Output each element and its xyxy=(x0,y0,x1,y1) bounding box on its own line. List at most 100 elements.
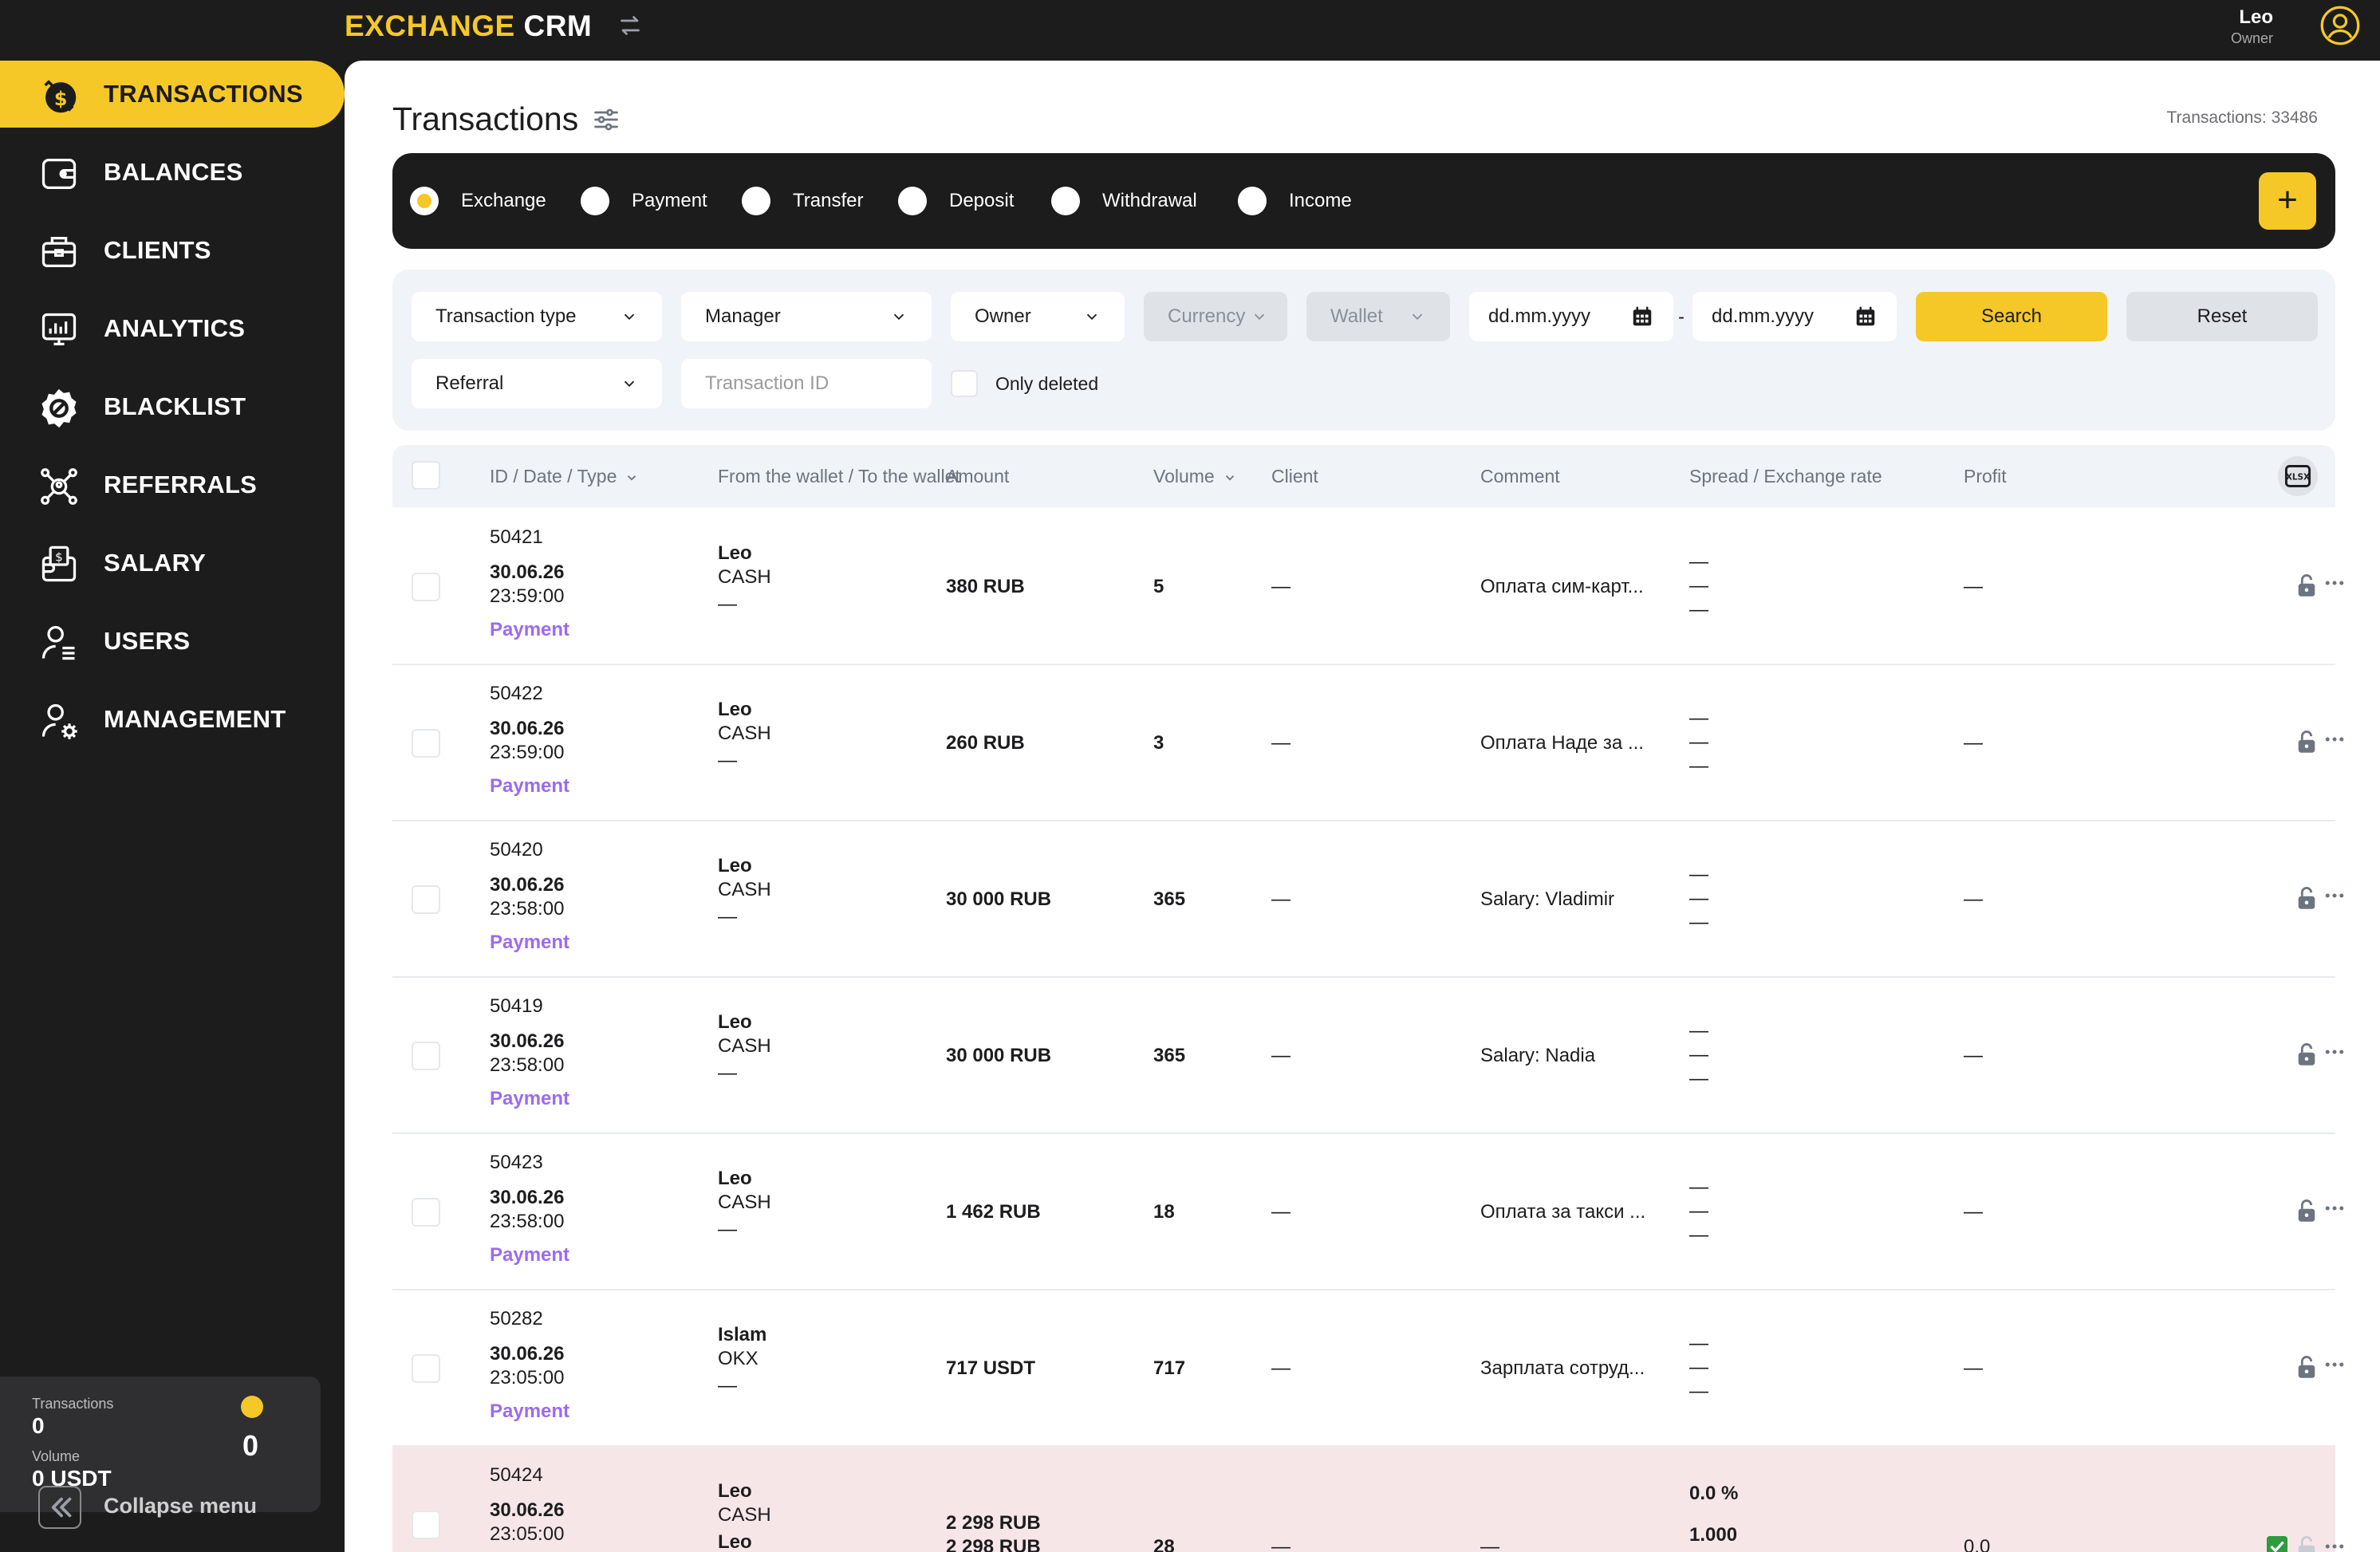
row-checkbox[interactable] xyxy=(412,1354,440,1383)
lock-icon[interactable] xyxy=(2295,1198,2318,1223)
type-option-transfer[interactable]: Transfer xyxy=(742,187,863,215)
sidebar-item-balances[interactable]: BALANCES xyxy=(0,139,345,206)
row-checkbox[interactable] xyxy=(412,1042,440,1070)
sidebar-item-clients[interactable]: CLIENTS xyxy=(0,217,345,284)
chevron-down-icon xyxy=(624,380,635,388)
lock-icon[interactable] xyxy=(2295,729,2318,754)
sidebar-item-label: USERS xyxy=(104,627,191,655)
row-id[interactable]: 50423 xyxy=(490,1152,543,1174)
table-row[interactable]: 50282 30.06.26 23:05:00 Payment Islam OKX — 717… xyxy=(392,1290,2344,1447)
row-checkbox[interactable] xyxy=(412,729,440,758)
row-profit: — xyxy=(1964,1045,1983,1066)
radio-icon xyxy=(1051,187,1080,215)
type-option-withdrawal[interactable]: Withdrawal xyxy=(1051,187,1197,215)
more-options-icon[interactable] xyxy=(2323,571,2347,595)
export-xlsx-icon[interactable]: XLSX xyxy=(2278,456,2318,496)
radio-icon xyxy=(898,187,927,215)
row-amount: 260 RUB xyxy=(946,732,1025,754)
search-button[interactable]: Search xyxy=(1916,292,2107,341)
type-option-exchange[interactable]: Exchange xyxy=(410,187,546,215)
table-row[interactable]: 50424 30.06.26 23:05:00 Leo CASH Leo 2 298 RUB… xyxy=(392,1447,2344,1552)
row-id[interactable]: 50421 xyxy=(490,526,543,549)
only-deleted-checkbox[interactable] xyxy=(951,370,978,397)
more-options-icon[interactable] xyxy=(2323,1353,2347,1377)
select-all-checkbox[interactable] xyxy=(412,461,440,490)
type-option-payment[interactable]: Payment xyxy=(581,187,707,215)
app-logo[interactable]: EXCHANGE CRM xyxy=(345,10,592,43)
row-amount: 30 000 RUB xyxy=(946,888,1052,910)
lock-icon[interactable] xyxy=(2295,1534,2318,1552)
row-checkbox[interactable] xyxy=(412,573,440,601)
sidebar-item-salary[interactable]: $ SALARY xyxy=(0,530,345,597)
row-id[interactable]: 50419 xyxy=(490,995,543,1018)
transaction-id-input[interactable]: Transaction ID xyxy=(681,359,932,408)
row-id[interactable]: 50420 xyxy=(490,839,543,861)
col-id-date-type[interactable]: ID / Date / Type xyxy=(490,445,639,507)
chevron-down-icon xyxy=(628,475,636,481)
row-client: — xyxy=(1271,1201,1290,1223)
row-wallet-owner: Leo xyxy=(718,542,752,564)
row-id[interactable]: 50424 xyxy=(490,1464,543,1487)
more-options-icon[interactable] xyxy=(2323,1040,2347,1064)
col-volume[interactable]: Volume xyxy=(1153,445,1237,507)
user-name[interactable]: Leo xyxy=(2239,6,2273,29)
row-checkbox[interactable] xyxy=(412,1198,440,1227)
main-content: Transactions Transactions: 33486 Exchang… xyxy=(345,61,2380,1552)
row-comment: Оплата за такси ... xyxy=(1480,1201,1646,1223)
collapse-menu-button[interactable] xyxy=(38,1486,81,1529)
currency-select[interactable]: Currency xyxy=(1144,292,1287,341)
row-wallet-account: CASH xyxy=(718,1504,771,1526)
lock-icon[interactable] xyxy=(2295,1042,2318,1067)
table-row[interactable]: 50421 30.06.26 23:59:00 Payment Leo CASH — 380 … xyxy=(392,509,2344,665)
sidebar-item-management[interactable]: MANAGEMENT xyxy=(0,686,345,753)
date-to-input[interactable]: dd.mm.yyyy xyxy=(1692,292,1897,341)
chevron-down-icon xyxy=(893,313,904,321)
col-wallets: From the wallet / To the wallet xyxy=(718,466,960,486)
sidebar-item-blacklist[interactable]: BLACKLIST xyxy=(0,373,345,440)
wallet-select[interactable]: Wallet xyxy=(1306,292,1450,341)
more-options-icon[interactable] xyxy=(2323,884,2347,908)
row-id[interactable]: 50282 xyxy=(490,1308,543,1330)
table-row[interactable]: 50423 30.06.26 23:58:00 Payment Leo CASH — 1 46… xyxy=(392,1134,2344,1290)
calendar-icon[interactable] xyxy=(1854,305,1878,329)
row-checkbox[interactable] xyxy=(412,885,440,914)
logo-text-crm: CRM xyxy=(523,10,593,42)
sidebar-item-users[interactable]: USERS xyxy=(0,608,345,675)
table-row[interactable]: 50420 30.06.26 23:58:00 Payment Leo CASH — 30 0… xyxy=(392,821,2344,978)
more-options-icon[interactable] xyxy=(2323,1196,2347,1220)
swap-arrows-icon[interactable] xyxy=(616,11,644,40)
reset-button[interactable]: Reset xyxy=(2126,292,2318,341)
approved-check-icon[interactable] xyxy=(2267,1536,2287,1552)
sidebar-item-analytics[interactable]: ANALYTICS xyxy=(0,295,345,362)
transaction-type-select[interactable]: Transaction type xyxy=(412,292,662,341)
lock-icon[interactable] xyxy=(2295,573,2318,598)
salary-icon: $ xyxy=(41,546,77,582)
lock-icon[interactable] xyxy=(2295,885,2318,911)
sidebar-item-label: REFERRALS xyxy=(104,471,258,498)
row-wallet-account: CASH xyxy=(718,1035,771,1057)
row-id[interactable]: 50422 xyxy=(490,683,543,705)
more-options-icon[interactable] xyxy=(2323,1534,2347,1552)
table-row[interactable]: 50419 30.06.26 23:58:00 Payment Leo CASH — 30 0… xyxy=(392,978,2344,1134)
more-options-icon[interactable] xyxy=(2323,727,2347,751)
user-avatar-icon[interactable] xyxy=(2319,5,2361,46)
row-checkbox[interactable] xyxy=(412,1511,440,1539)
table-row[interactable]: 50422 30.06.26 23:59:00 Payment Leo CASH — 260 … xyxy=(392,665,2344,821)
sidebar-item-referrals[interactable]: REFERRALS xyxy=(0,451,345,518)
manager-select[interactable]: Manager xyxy=(681,292,932,341)
sliders-icon[interactable] xyxy=(592,105,621,134)
date-from-input[interactable]: dd.mm.yyyy xyxy=(1469,292,1673,341)
referral-select[interactable]: Referral xyxy=(412,359,662,408)
type-option-deposit[interactable]: Deposit xyxy=(898,187,1014,215)
calendar-icon[interactable] xyxy=(1630,305,1654,329)
lock-icon[interactable] xyxy=(2295,1354,2318,1380)
dollar-coin-icon: $ xyxy=(44,80,77,113)
add-transaction-button[interactable]: + xyxy=(2259,172,2316,230)
sidebar-item-label: TRANSACTIONS xyxy=(104,80,303,108)
type-option-income[interactable]: Income xyxy=(1238,187,1352,215)
sidebar-item-transactions[interactable]: $ TRANSACTIONS xyxy=(0,61,345,128)
collapse-menu-label[interactable]: Collapse menu xyxy=(104,1494,257,1519)
owner-select[interactable]: Owner xyxy=(951,292,1125,341)
only-deleted-label[interactable]: Only deleted xyxy=(995,373,1098,395)
row-wallet-account: CASH xyxy=(718,723,771,744)
